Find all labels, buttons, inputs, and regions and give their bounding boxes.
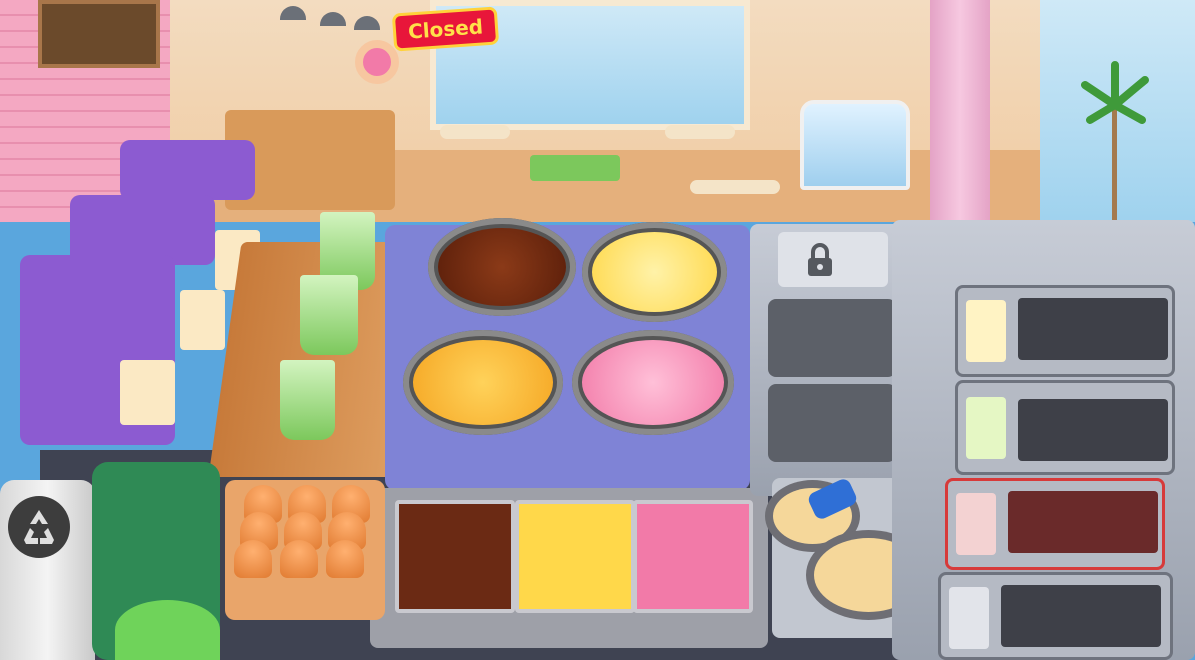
donut-sign-icon <box>355 40 399 84</box>
cupcake[interactable] <box>326 540 364 578</box>
palm-plant-icon <box>1080 60 1150 220</box>
caramel-batter <box>413 340 553 425</box>
cafe-table <box>690 180 780 194</box>
lamp-icon <box>354 16 380 30</box>
oven-control-panel <box>966 397 1006 459</box>
orange-juice-glass[interactable] <box>180 290 225 350</box>
cafe-table <box>665 125 735 139</box>
oven-window <box>1001 585 1161 647</box>
cupcake[interactable] <box>280 540 318 578</box>
cafe-table <box>440 125 510 139</box>
closed-sign[interactable]: Closed <box>391 6 500 52</box>
green-juice-cup[interactable] <box>300 275 358 355</box>
green-juice-cup[interactable] <box>280 360 335 440</box>
pink-pillar <box>930 0 990 222</box>
oven-4[interactable] <box>938 572 1173 660</box>
lamp-icon <box>280 6 306 20</box>
cake-pan-strawberry[interactable] <box>572 330 734 435</box>
cafe-table <box>530 155 620 181</box>
oven-control-panel <box>956 493 996 555</box>
cake-pan-caramel[interactable] <box>403 330 563 435</box>
lamp-icon <box>320 12 346 26</box>
storage-slot <box>768 384 896 462</box>
orange-juice-glass[interactable] <box>120 360 175 425</box>
storage-slot <box>768 299 896 377</box>
strawberry-batter <box>582 340 724 425</box>
vanilla-batter <box>592 232 717 312</box>
cake-pan-vanilla[interactable] <box>582 222 727 322</box>
trash-bin[interactable] <box>0 480 95 660</box>
oven-window <box>1008 491 1158 553</box>
vanilla-sauce[interactable] <box>515 500 635 613</box>
oven-window <box>1018 399 1168 461</box>
chocolate-sauce[interactable] <box>395 500 515 613</box>
chocolate-batter <box>438 228 566 306</box>
oven-control-panel <box>949 587 989 649</box>
oven-2[interactable] <box>955 380 1175 475</box>
lock-icon <box>802 242 838 278</box>
oven-window <box>1018 298 1168 360</box>
strawberry-sauce[interactable] <box>633 500 753 613</box>
oven-control-panel <box>966 300 1006 362</box>
display-fridge <box>800 100 910 190</box>
oven-3[interactable] <box>945 478 1165 570</box>
juice-dispenser-top[interactable] <box>120 140 255 200</box>
green-juice-cup[interactable] <box>115 600 220 660</box>
cake-pan-chocolate[interactable] <box>428 218 576 316</box>
cupcake[interactable] <box>234 540 272 578</box>
oven-1[interactable] <box>955 285 1175 377</box>
recycle-icon <box>8 496 70 558</box>
menu-board <box>38 0 160 68</box>
